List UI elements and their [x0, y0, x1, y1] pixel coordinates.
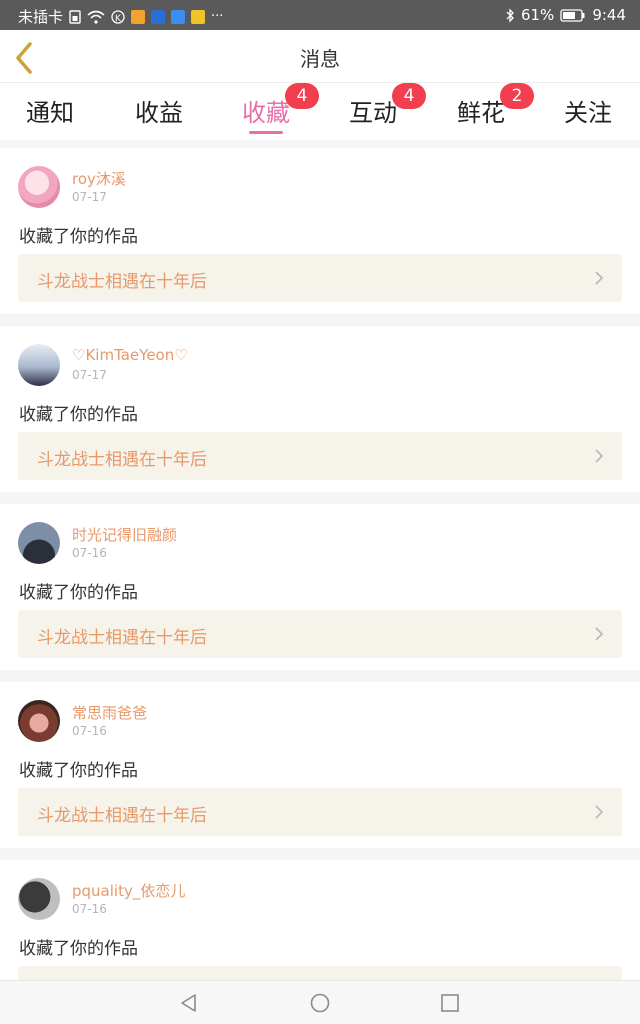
clock: 9:44	[592, 6, 626, 24]
tab-interactions[interactable]: 互动 4	[333, 83, 426, 128]
message-date: 07-16	[72, 724, 107, 738]
carrier-label: 未插卡	[18, 8, 64, 26]
recent-apps-square-icon[interactable]	[439, 992, 461, 1014]
app-header: 消息	[0, 30, 640, 82]
tab-follows[interactable]: 关注	[548, 93, 628, 128]
flowers-count-badge: 2	[500, 83, 534, 109]
list-item: ♡KimTaeYeon♡ 07-17 收藏了你的作品 斗龙战士相遇在十年后	[0, 326, 640, 492]
work-title: 斗龙战士相遇在十年后	[37, 272, 207, 292]
message-date: 07-17	[72, 368, 107, 382]
message-text: 收藏了你的作品	[19, 583, 138, 603]
tab-label: 收益	[135, 99, 183, 127]
avatar[interactable]	[18, 700, 60, 742]
status-bar: 未插卡 K ··· 61% 9:44	[0, 0, 640, 30]
battery-icon	[560, 9, 585, 22]
system-nav-bar	[0, 980, 640, 1024]
avatar[interactable]	[18, 522, 60, 564]
chevron-right-icon	[595, 805, 604, 819]
tab-flowers[interactable]: 鲜花 2	[441, 83, 534, 128]
list-item: 常思雨爸爸 07-16 收藏了你的作品 斗龙战士相遇在十年后	[0, 682, 640, 848]
map-app-icon	[151, 9, 166, 24]
username-link[interactable]: 常思雨爸爸	[72, 702, 147, 723]
message-text: 收藏了你的作品	[19, 405, 138, 425]
tab-favorites[interactable]: 收藏 4	[226, 83, 319, 128]
more-notifications: ···	[211, 8, 224, 24]
status-left: 未插卡 K ···	[18, 6, 223, 27]
work-title: 斗龙战士相遇在十年后	[37, 628, 207, 648]
message-date: 07-17	[72, 190, 107, 204]
message-text: 收藏了你的作品	[19, 761, 138, 781]
tab-label: 鲜花	[457, 99, 505, 127]
tab-label: 通知	[26, 99, 74, 127]
rss-app-icon	[131, 9, 146, 24]
message-text: 收藏了你的作品	[19, 227, 138, 247]
active-tab-indicator	[249, 131, 283, 134]
work-link[interactable]: 斗龙战士相遇在十年后	[18, 254, 622, 302]
username-link[interactable]: 时光记得旧融颜	[72, 524, 177, 545]
message-date: 07-16	[72, 902, 107, 916]
work-link[interactable]: 斗龙战士相遇在十年后	[18, 610, 622, 658]
message-text: 收藏了你的作品	[19, 939, 138, 959]
page-title: 消息	[300, 47, 340, 71]
avatar[interactable]	[18, 344, 60, 386]
tab-label: 关注	[564, 99, 612, 127]
username-link[interactable]: roy沐溪	[72, 168, 126, 189]
duck-app-icon	[191, 9, 206, 24]
work-title: 斗龙战士相遇在十年后	[37, 806, 207, 826]
sim-icon	[69, 9, 81, 24]
tab-notifications[interactable]: 通知	[10, 93, 90, 128]
list-item: roy沐溪 07-17 收藏了你的作品 斗龙战士相遇在十年后	[0, 148, 640, 314]
tab-earnings[interactable]: 收益	[119, 93, 199, 128]
work-link[interactable]: 斗龙战士相遇在十年后	[18, 788, 622, 836]
message-date: 07-16	[72, 546, 107, 560]
username-link[interactable]: ♡KimTaeYeon♡	[72, 346, 188, 364]
work-link[interactable]: 斗龙战士相遇在十年后	[18, 432, 622, 480]
bluetooth-icon	[506, 7, 514, 23]
tab-label: 互动	[349, 99, 397, 127]
favorites-count-badge: 4	[285, 83, 319, 109]
avatar[interactable]	[18, 878, 60, 920]
tab-label: 收藏	[242, 99, 290, 127]
tab-bar: 通知 收益 收藏 4 互动 4 鲜花 2 关注	[0, 82, 640, 140]
wifi-icon	[87, 10, 105, 24]
username-link[interactable]: pquality_依恋儿	[72, 880, 185, 901]
battery-percent: 61%	[520, 6, 555, 24]
back-triangle-icon[interactable]	[178, 992, 200, 1014]
work-title: 斗龙战士相遇在十年后	[37, 450, 207, 470]
browser-app-icon	[171, 9, 186, 24]
interactions-count-badge: 4	[392, 83, 426, 109]
list-item: 时光记得旧融颜 07-16 收藏了你的作品 斗龙战士相遇在十年后	[0, 504, 640, 670]
chevron-right-icon	[595, 627, 604, 641]
chevron-right-icon	[595, 271, 604, 285]
avatar[interactable]	[18, 166, 60, 208]
status-right: 61% 9:44	[505, 6, 626, 24]
k-app-icon: K	[111, 9, 125, 24]
chevron-right-icon	[595, 449, 604, 463]
home-circle-icon[interactable]	[309, 992, 331, 1014]
